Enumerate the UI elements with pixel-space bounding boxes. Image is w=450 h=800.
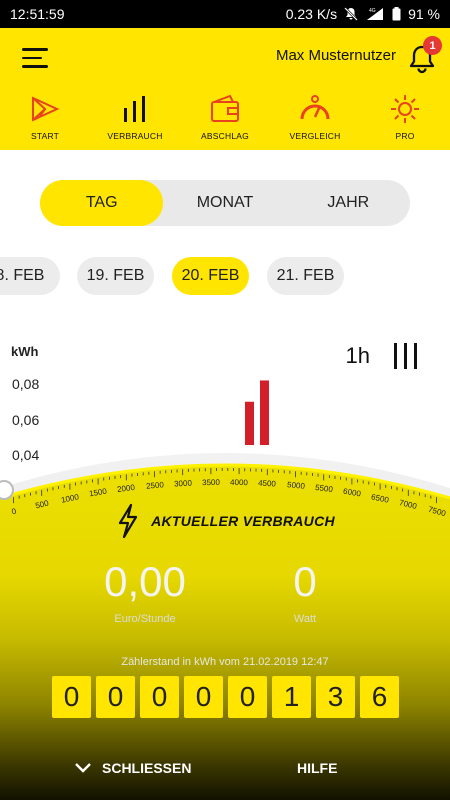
watt-value: 0 bbox=[293, 558, 317, 605]
lightning-icon bbox=[118, 503, 138, 539]
network-speed: 0.23 K/s bbox=[285, 6, 338, 22]
wallet-icon bbox=[211, 94, 239, 122]
signal-icon: 4G bbox=[365, 7, 385, 21]
euro-value: 0,00 bbox=[104, 558, 186, 605]
panel-title-text: AKTUELLER VERBRAUCH bbox=[151, 513, 335, 529]
network-type: 4G bbox=[369, 8, 376, 14]
meter-digit: 0 bbox=[184, 676, 223, 718]
meter-digit: 0 bbox=[228, 676, 267, 718]
meter-digit: 0 bbox=[96, 676, 135, 718]
sun-icon bbox=[391, 95, 419, 123]
main-nav: START VERBRAUCH ABSCHLAG VERGLEICH PRO bbox=[0, 92, 450, 148]
user-name[interactable]: Max Musternutzer bbox=[276, 47, 396, 64]
menu-icon[interactable] bbox=[22, 48, 48, 68]
close-button[interactable]: SCHLIESSEN bbox=[74, 760, 191, 776]
tab-monat[interactable]: MONAT bbox=[163, 180, 286, 226]
gauge-label: 4000 bbox=[230, 477, 249, 488]
nav-verbrauch[interactable]: VERBRAUCH bbox=[90, 92, 180, 148]
date-chip[interactable]: 8. FEB bbox=[0, 257, 60, 295]
help-label: HILFE bbox=[297, 760, 338, 776]
bars-icon bbox=[124, 96, 145, 122]
meter-digit: 6 bbox=[360, 676, 399, 718]
battery-icon bbox=[392, 7, 401, 21]
app-header: Max Musternutzer 1 START VERBRAUCH ABSCH… bbox=[0, 28, 450, 150]
nav-label: PRO bbox=[395, 131, 415, 141]
meter-digit: 1 bbox=[272, 676, 311, 718]
nav-abschlag[interactable]: ABSCHLAG bbox=[180, 92, 270, 148]
nav-start[interactable]: START bbox=[0, 92, 90, 148]
close-label: SCHLIESSEN bbox=[102, 760, 192, 776]
start-icon bbox=[32, 96, 60, 122]
date-chip[interactable]: 19. FEB bbox=[77, 257, 154, 295]
gauge-label: 3000 bbox=[173, 478, 192, 489]
mute-icon bbox=[344, 7, 358, 21]
chart-bar bbox=[260, 380, 269, 445]
tab-tag[interactable]: TAG bbox=[40, 180, 164, 226]
nav-label: START bbox=[30, 131, 60, 141]
tab-jahr[interactable]: JAHR bbox=[287, 180, 410, 226]
nav-label: ABSCHLAG bbox=[201, 131, 249, 141]
gauge-label: 3500 bbox=[201, 477, 220, 488]
gauge-icon bbox=[300, 95, 330, 120]
euro-label: Euro/Stunde bbox=[114, 613, 176, 625]
meter-reading-digits: 0 0 0 0 0 1 3 6 bbox=[52, 676, 399, 718]
nav-vergleich[interactable]: VERGLEICH bbox=[270, 92, 360, 148]
status-time: 12:51:59 bbox=[10, 6, 65, 22]
period-selector: TAG MONAT JAHR bbox=[40, 180, 410, 226]
meter-digit: 0 bbox=[52, 676, 91, 718]
help-button[interactable]: HILFE bbox=[297, 760, 337, 776]
date-chip-selected[interactable]: 20. FEB bbox=[172, 257, 249, 295]
notification-badge: 1 bbox=[423, 36, 442, 55]
chevron-down-icon bbox=[75, 763, 91, 773]
date-chip[interactable]: 21. FEB bbox=[267, 257, 344, 295]
watt-label: Watt bbox=[293, 613, 317, 625]
meter-digit: 3 bbox=[316, 676, 355, 718]
meter-reading-caption: Zählerstand in kWh vom 21.02.2019 12:47 bbox=[121, 656, 329, 668]
date-selector: 8. FEB 19. FEB 20. FEB 21. FEB bbox=[0, 257, 450, 297]
nav-label: VERGLEICH bbox=[289, 131, 341, 141]
nav-label: VERBRAUCH bbox=[107, 131, 163, 141]
status-bar: 12:51:59 0.23 K/s 4G 91 % bbox=[0, 0, 450, 28]
meter-digit: 0 bbox=[140, 676, 179, 718]
chart-bar bbox=[245, 401, 254, 445]
current-consumption-title: AKTUELLER VERBRAUCH bbox=[0, 503, 450, 539]
battery-level: 91 % bbox=[408, 6, 440, 22]
gauge-label: 4500 bbox=[258, 478, 277, 489]
nav-pro[interactable]: PRO bbox=[360, 92, 450, 148]
